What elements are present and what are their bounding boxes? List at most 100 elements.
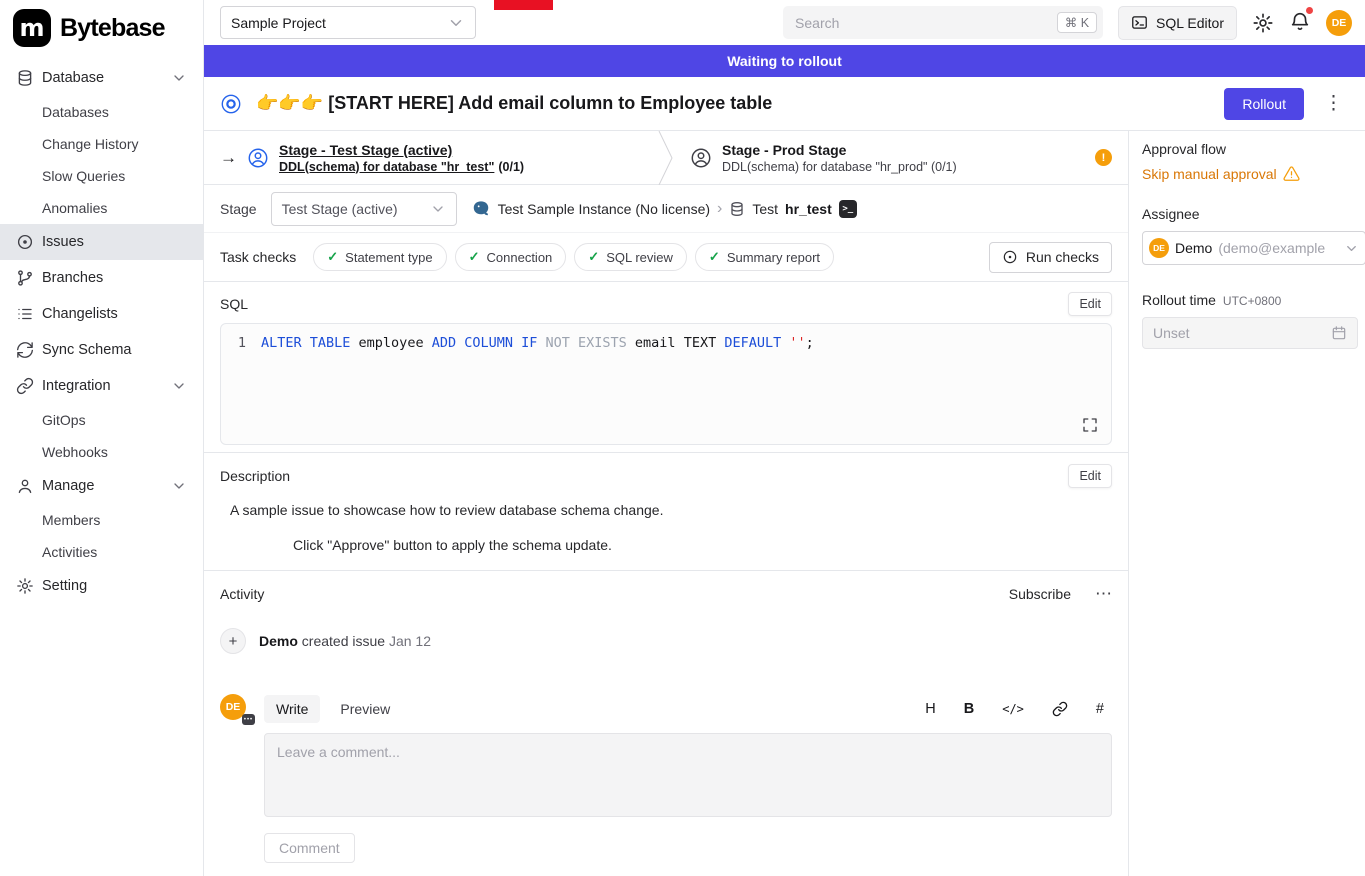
sidebar-item-sync-schema[interactable]: Sync Schema [0,332,203,368]
search-shortcut-badge: ⌘ K [1057,12,1097,33]
rollout-time-row: Rollout time UTC+0800 [1142,292,1365,308]
heading-icon[interactable]: H [925,701,935,717]
issue-status-icon [220,93,242,115]
stage-card-test[interactable]: → Stage - Test Stage (active) DDL(schema… [204,131,658,184]
sidebar-item-members[interactable]: Members [0,504,203,536]
comment-editor-body: Write Preview H B </> # [264,694,1112,863]
topbar: Sample Project ⌘ K SQL Editor DE [204,0,1365,45]
sidebar-item-branches[interactable]: Branches [0,260,203,296]
sidebar-item-label: Sync Schema [42,342,187,358]
brand-name: Bytebase [60,14,165,43]
task-check-label: SQL review [606,250,673,265]
sidebar-item-label: Anomalies [42,200,107,216]
approval-flow-status: Skip manual approval [1142,165,1365,182]
line-number: 1 [221,335,261,351]
assignee-circle-icon [690,147,712,169]
task-check-statement-type[interactable]: ✓ Statement type [313,243,446,271]
assignee-avatar: DE [1149,238,1169,258]
instance-name[interactable]: Test Sample Instance (No license) [498,201,710,217]
sidebar-item-label: GitOps [42,412,86,428]
sidebar-item-gitops[interactable]: GitOps [0,404,203,436]
plus-icon: + [220,628,246,654]
sql-section-head: SQL Edit [220,291,1112,317]
task-check-sql-review[interactable]: ✓ SQL review [574,243,687,271]
sidebar-item-change-history[interactable]: Change History [0,128,203,160]
brand-logo[interactable]: m Bytebase [0,0,203,56]
stage-select[interactable]: Test Stage (active) [271,192,457,226]
branch-icon [16,269,34,287]
check-icon: ✓ [327,249,338,265]
calendar-icon [1331,325,1347,341]
hash-icon[interactable]: # [1096,701,1104,717]
sidebar-item-databases[interactable]: Databases [0,96,203,128]
sidebar-item-issues[interactable]: Issues [0,224,203,260]
stage-cards: → Stage - Test Stage (active) DDL(schema… [204,131,1128,185]
subscribe-button[interactable]: Subscribe [1009,586,1071,602]
sidebar-item-slow-queries[interactable]: Slow Queries [0,160,203,192]
sidebar-item-anomalies[interactable]: Anomalies [0,192,203,224]
sidebar-item-database[interactable]: Database [0,60,203,96]
stage-card-subtitle: DDL(schema) for database "hr_prod" (0/1) [722,160,957,174]
database-icon [729,201,745,217]
code-icon[interactable]: </> [1002,702,1024,716]
avatar[interactable]: DE [1326,10,1352,36]
kebab-menu-icon[interactable]: ⋮ [1318,92,1349,115]
activity-head: Activity Subscribe ⋯ [220,584,1112,604]
sidebar-item-manage[interactable]: Manage [0,468,203,504]
sql-editor-button[interactable]: SQL Editor [1118,6,1237,40]
assignee-select[interactable]: DE Demo (demo@example [1142,231,1365,265]
description-text: Click "Approve" button to apply the sche… [293,537,1112,553]
sidebar-item-webhooks[interactable]: Webhooks [0,436,203,468]
tab-write[interactable]: Write [264,695,320,723]
sidebar-item-changelists[interactable]: Changelists [0,296,203,332]
open-in-sql-editor-icon[interactable]: >_ [839,200,857,218]
bytebase-logo-icon: m [13,9,51,47]
gear-icon [16,577,34,595]
assignee-label: Assignee [1142,206,1365,222]
rollout-time-label: Rollout time [1142,292,1216,308]
sidebar-item-setting[interactable]: Setting [0,568,203,604]
status-banner: Waiting to rollout [204,45,1365,77]
link-icon[interactable] [1052,701,1068,717]
project-select[interactable]: Sample Project [220,6,476,39]
notifications-button[interactable] [1289,10,1311,35]
chevron-down-icon [171,70,187,86]
rollout-time-picker[interactable]: Unset [1142,317,1358,349]
run-checks-button[interactable]: Run checks [989,242,1112,273]
notification-dot [1306,7,1313,14]
description-edit-button[interactable]: Edit [1068,464,1112,488]
sidebar-item-integration[interactable]: Integration [0,368,203,404]
sidebar-item-label: Setting [42,578,187,594]
search-input[interactable] [795,15,1049,31]
issues-icon [16,233,34,251]
format-toolbar: H B </> # [925,701,1112,717]
activity-menu-icon[interactable]: ⋯ [1095,584,1112,604]
task-check-connection[interactable]: ✓ Connection [455,243,567,271]
rollout-button[interactable]: Rollout [1224,88,1304,120]
bold-icon[interactable]: B [964,701,974,717]
comment-input[interactable] [264,733,1112,817]
current-task-arrow-icon: → [220,148,237,168]
task-check-summary-report[interactable]: ✓ Summary report [695,243,834,271]
activity-event: + Demo created issue Jan 12 [220,628,1112,654]
sidebar-item-label: Branches [42,270,187,286]
stage-card-prod[interactable]: Stage - Prod Stage DDL(schema) for datab… [674,131,1128,184]
activity-label: Activity [220,586,1009,602]
project-select-value: Sample Project [231,15,326,31]
sidebar-item-activities[interactable]: Activities [0,536,203,568]
expand-icon[interactable] [1081,416,1099,434]
comment-button[interactable]: Comment [264,833,355,863]
task-count: (0/1) [498,160,524,174]
sidebar-item-label: Integration [42,378,163,394]
stage-warning-icon: ! [1095,149,1112,166]
sql-code-block[interactable]: 1 ALTER TABLE employee ADD COLUMN IF NOT… [220,323,1112,445]
rollout-timezone: UTC+0800 [1223,294,1281,308]
sql-edit-button[interactable]: Edit [1068,292,1112,316]
task-checks-label: Task checks [220,249,296,265]
assignee-email: (demo@example [1218,240,1338,256]
task-checks-row: Task checks ✓ Statement type ✓ Connectio… [204,233,1128,282]
database-name[interactable]: hr_test [785,201,832,217]
tab-preview[interactable]: Preview [328,695,402,723]
search-box[interactable]: ⌘ K [783,6,1103,39]
gear-icon[interactable] [1252,12,1274,34]
